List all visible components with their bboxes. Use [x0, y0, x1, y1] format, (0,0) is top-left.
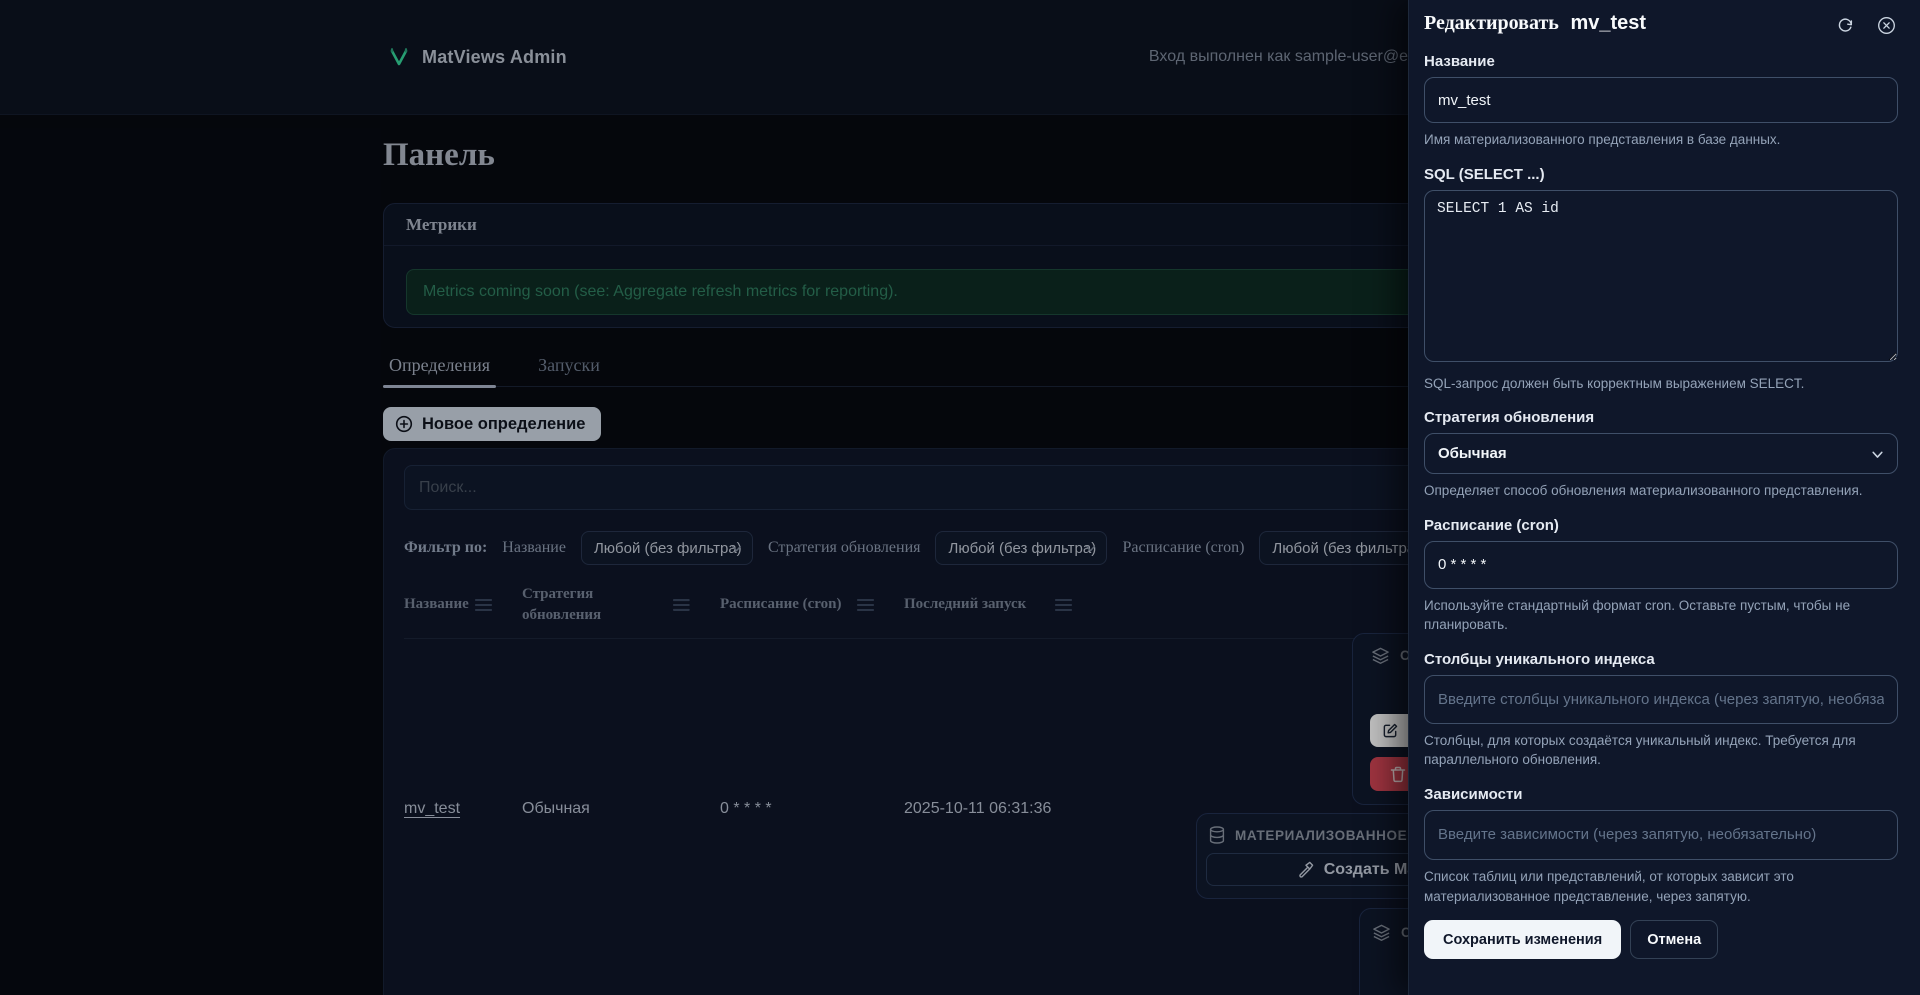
- dependencies-field-help: Список таблиц или представлений, от кото…: [1424, 867, 1898, 906]
- unique-index-field-label: Столбцы уникального индекса: [1424, 651, 1898, 668]
- strategy-field-select[interactable]: Обычная: [1424, 433, 1898, 474]
- reload-icon: [1836, 16, 1855, 35]
- edit-drawer: Редактировать mv_test Названи: [1408, 0, 1920, 995]
- page: MatViews Admin Вход выполнен как sample-…: [0, 0, 1920, 995]
- unique-index-field-input[interactable]: [1424, 675, 1898, 724]
- schedule-field-input[interactable]: [1424, 541, 1898, 589]
- name-field-label: Название: [1424, 53, 1898, 70]
- dependencies-field-input[interactable]: [1424, 810, 1898, 860]
- chevron-down-icon: [1870, 447, 1885, 462]
- name-field-input[interactable]: [1424, 77, 1898, 123]
- strategy-field-label: Стратегия обновления: [1424, 409, 1898, 426]
- drawer-title: Редактировать mv_test: [1424, 12, 1646, 35]
- schedule-field-help: Используйте стандартный формат cron. Ост…: [1424, 596, 1898, 635]
- drawer-title-prefix: Редактировать: [1424, 12, 1559, 34]
- drawer-actions: Сохранить изменения Отмена: [1424, 920, 1898, 959]
- drawer-header-icons: [1834, 14, 1898, 37]
- name-field-help: Имя материализованного представления в б…: [1424, 130, 1898, 150]
- save-button[interactable]: Сохранить изменения: [1424, 920, 1621, 959]
- sql-field-label: SQL (SELECT ...): [1424, 166, 1898, 183]
- drawer-header: Редактировать mv_test: [1424, 12, 1898, 37]
- reload-button[interactable]: [1834, 14, 1857, 37]
- cancel-button[interactable]: Отмена: [1630, 920, 1718, 959]
- strategy-field-value: Обычная: [1438, 445, 1507, 462]
- drawer-title-name: mv_test: [1570, 12, 1646, 34]
- strategy-field-help: Определяет способ обновления материализо…: [1424, 481, 1898, 501]
- close-circle-icon: [1877, 16, 1896, 35]
- sql-field-help: SQL-запрос должен быть корректным выраже…: [1424, 374, 1898, 394]
- schedule-field-label: Расписание (cron): [1424, 517, 1898, 534]
- sql-field-textarea[interactable]: SELECT 1 AS id: [1424, 190, 1898, 362]
- dependencies-field-label: Зависимости: [1424, 786, 1898, 803]
- close-drawer-button[interactable]: [1875, 14, 1898, 37]
- unique-index-field-help: Столбцы, для которых создаётся уникальны…: [1424, 731, 1898, 770]
